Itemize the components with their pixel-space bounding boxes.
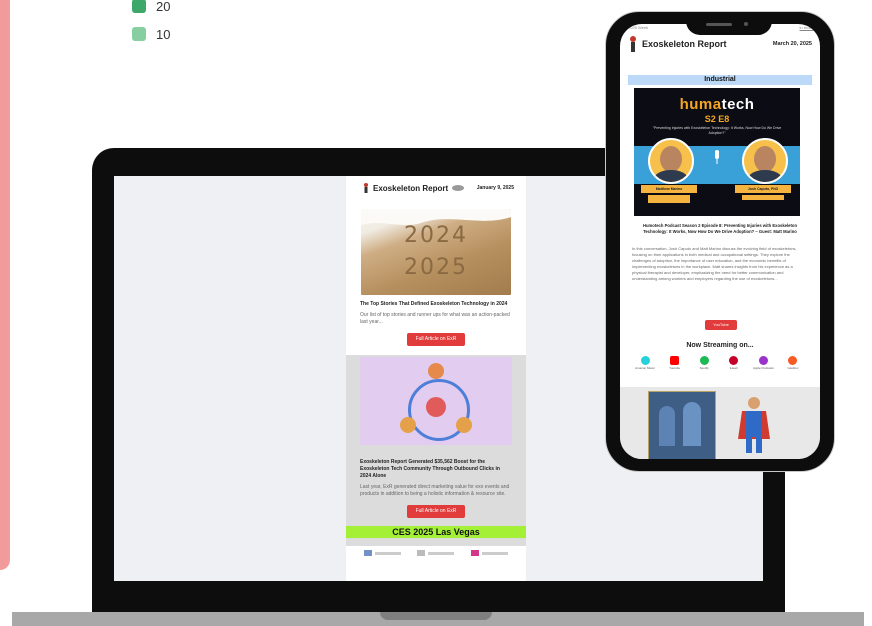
amazon-music-link[interactable]: Amazon Music [634,356,656,370]
platform-links: Amazon Music Youtube Spotify iHeart Appl… [634,356,804,370]
legend-label: 20 [156,0,171,14]
phone-notch [686,17,772,35]
sponsor-logo[interactable] [470,550,508,556]
full-article-button[interactable]: Full Article on ExR [407,505,465,518]
article-description: Our list of top stories and runner ups f… [360,312,510,325]
episode-quote: "Preventing Injuries with Exoskeleton Te… [652,126,782,135]
apple-podcasts-icon [758,356,768,365]
surgery-photo [648,391,716,459]
person-icon [428,363,444,379]
partner-badge-icon [452,185,465,191]
person-icon [400,417,416,433]
guest-affiliation-badge [648,195,690,203]
preheader-text: 2025 Week [628,25,649,30]
legend: 20 10 [132,0,170,46]
now-streaming-heading: Now Streaming on... [686,342,754,349]
iheart-link[interactable]: iHeart [723,356,745,370]
castbox-icon [788,356,798,365]
sponsor-logo[interactable] [417,550,455,556]
phone-screen[interactable]: 2025 Week in browser Exoskeleton Report … [620,24,820,459]
amazon-music-icon [640,356,650,365]
exoskeleton-logo-icon [364,183,368,193]
next-article-preview [620,387,820,459]
legend-item: 20 [132,0,170,18]
person-icon [456,417,472,433]
phone-email-header: Exoskeleton Report March 20, 2025 [628,36,812,52]
youtube-link[interactable]: Youtube [664,356,686,370]
legend-swatch [132,27,146,41]
episode-label: S2 E8 [704,114,730,124]
spotify-icon [699,356,709,365]
front-camera [744,22,748,26]
speaker-grille [706,23,732,26]
hero-year-bottom: 2025 [404,255,468,280]
legend-swatch [132,0,146,13]
ces-banner: CES 2025 Las Vegas [346,526,526,538]
superhero-illustration-icon [738,397,770,453]
spotify-link[interactable]: Spotify [693,356,715,370]
castbox-link[interactable]: Castbox [782,356,804,370]
full-article-button[interactable]: Full Article on ExR [407,333,465,346]
phone-frame: 2025 Week in browser Exoskeleton Report … [605,11,835,472]
humotech-logo: humatech [679,96,755,113]
podcast-description: In this conversation, Josh Caputo and Ma… [632,246,797,281]
section-header: Industrial [628,75,812,85]
host-photo [742,138,788,184]
article-title[interactable]: The Top Stories That Defined Exoskeleton… [360,301,512,308]
exoskeleton-logo-icon [630,36,636,52]
email-date: March 20, 2025 [772,41,812,47]
hero-year-top: 2024 [404,223,468,248]
sponsor-logo[interactable] [364,550,402,556]
article-block: Exoskeleton Report Generated $35,562 Boo… [346,355,526,546]
host-name: Josh Caputo, PhD [735,185,791,193]
apple-podcasts-link[interactable]: Apple Podcasts [752,356,774,370]
laptop-notch [380,612,492,620]
sponsor-row [346,546,526,560]
email-column[interactable]: Exoskeleton Report January 9, 2025 2024 … [346,176,526,581]
article-description: Last year, ExR generated direct marketin… [360,484,510,497]
article-title[interactable]: Exoskeleton Report Generated $35,562 Boo… [360,459,512,480]
youtube-icon [670,356,680,365]
guest-photo [648,138,694,184]
brand-name: Exoskeleton Report [373,183,449,193]
microphone-icon [715,150,719,164]
youtube-button[interactable]: YouTube [705,320,737,330]
decorative-side-bar [0,0,10,570]
podcast-cover[interactable]: humatech S2 E8 "Preventing Injuries with… [634,88,800,216]
legend-item: 10 [132,22,170,46]
community-illustration [360,357,512,445]
podcast-title[interactable]: Humotech Podcast Season 2 Episode 8: Pre… [642,223,798,235]
guest-name: Matthew Marino [641,185,697,193]
email-date: January 9, 2025 [476,185,514,191]
host-affiliation-badge [742,195,784,200]
legend-label: 10 [156,26,171,42]
iheart-icon [729,356,739,365]
hero-sand-image: 2024 2025 [361,209,511,295]
view-in-browser-link[interactable]: in browser [800,24,818,32]
brand-name: Exoskeleton Report [642,39,727,49]
center-node [426,397,446,417]
email-header: Exoskeleton Report January 9, 2025 [346,176,526,199]
